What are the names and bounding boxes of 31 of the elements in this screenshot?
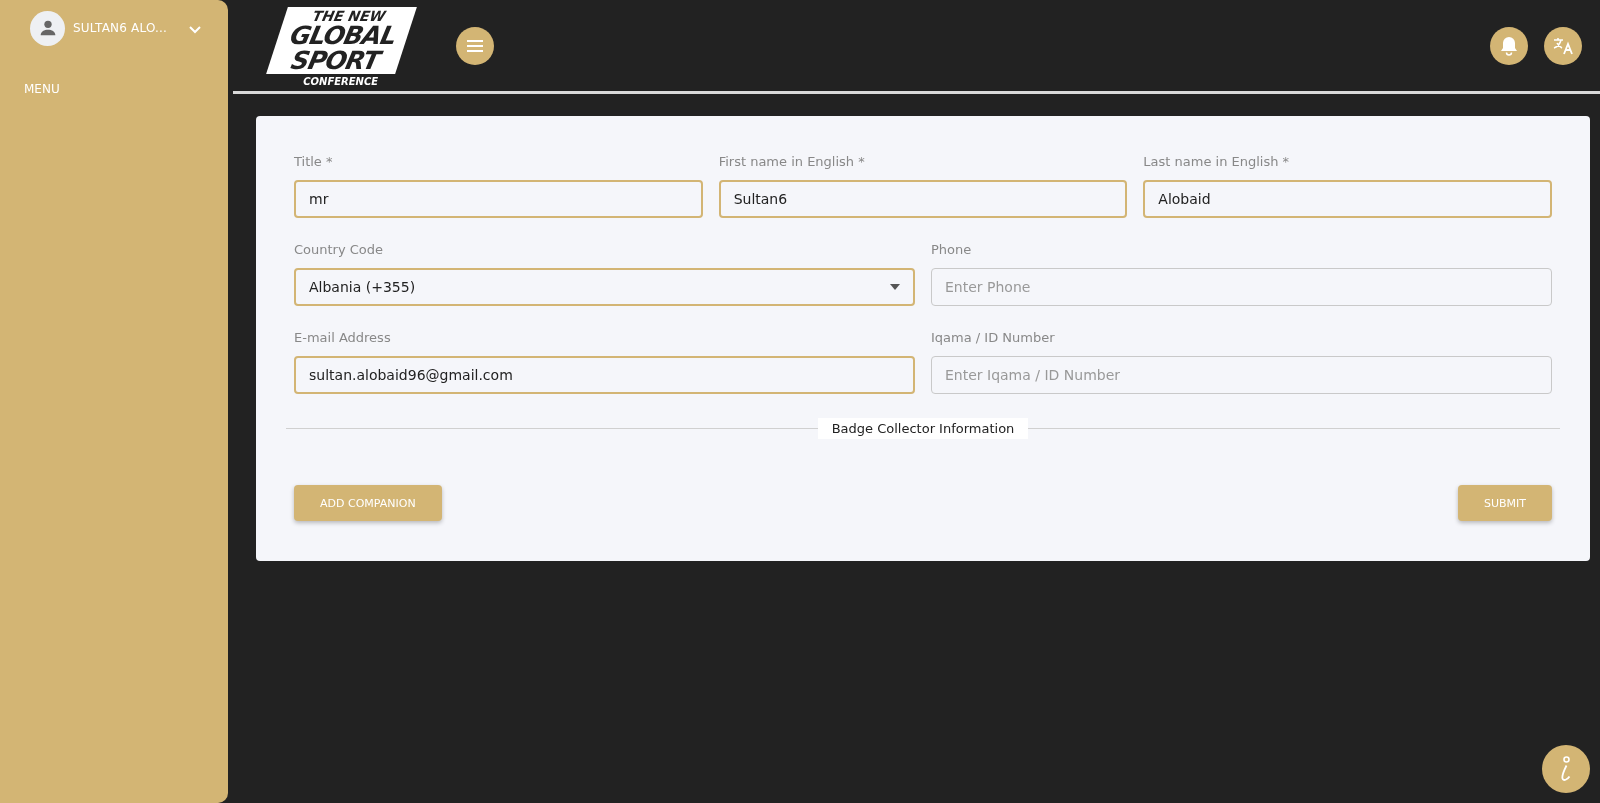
section-heading: Badge Collector Information bbox=[817, 418, 1029, 439]
selected-value: Albania (+355) bbox=[309, 279, 416, 295]
field-label: E-mail Address bbox=[294, 330, 391, 345]
translate-button[interactable] bbox=[1544, 26, 1582, 65]
menu-label: MENU bbox=[24, 82, 60, 96]
country-code-dropdown[interactable]: Albania (+355) bbox=[294, 268, 915, 306]
bell-icon bbox=[1500, 35, 1518, 56]
dropdown-caret-icon bbox=[890, 284, 900, 290]
input-field[interactable]: sultan.alobaid96@gmail.com bbox=[294, 356, 915, 394]
avatar-icon[interactable] bbox=[30, 10, 65, 46]
logo-text: SPORT bbox=[288, 47, 382, 73]
notification-bell-button[interactable] bbox=[1490, 26, 1528, 65]
translate-icon bbox=[1553, 36, 1573, 55]
input-field[interactable]: mr bbox=[294, 180, 703, 218]
input-field[interactable]: Enter Phone bbox=[931, 268, 1552, 306]
menu-icon bbox=[466, 38, 485, 53]
info-icon bbox=[1561, 756, 1571, 782]
logo-text: CONFERENCE bbox=[303, 75, 379, 87]
field-label: Country Code bbox=[294, 242, 384, 257]
logo-text: THE NEW bbox=[311, 8, 388, 23]
field-label: Title * bbox=[294, 154, 333, 169]
field-label: Phone bbox=[931, 242, 972, 257]
menu-button[interactable] bbox=[456, 26, 495, 65]
field-label: Iqama / ID Number bbox=[931, 330, 1055, 345]
info-button[interactable] bbox=[1542, 745, 1590, 793]
field-label: Last name in English * bbox=[1143, 154, 1290, 169]
field-label: First name in English * bbox=[718, 154, 865, 169]
input-field[interactable]: Enter Iqama / ID Number bbox=[931, 356, 1552, 394]
input-field[interactable]: Sultan6 bbox=[718, 180, 1128, 218]
input-field[interactable]: Alobaid bbox=[1143, 180, 1552, 218]
logo-text: GLOBAL bbox=[287, 22, 399, 48]
